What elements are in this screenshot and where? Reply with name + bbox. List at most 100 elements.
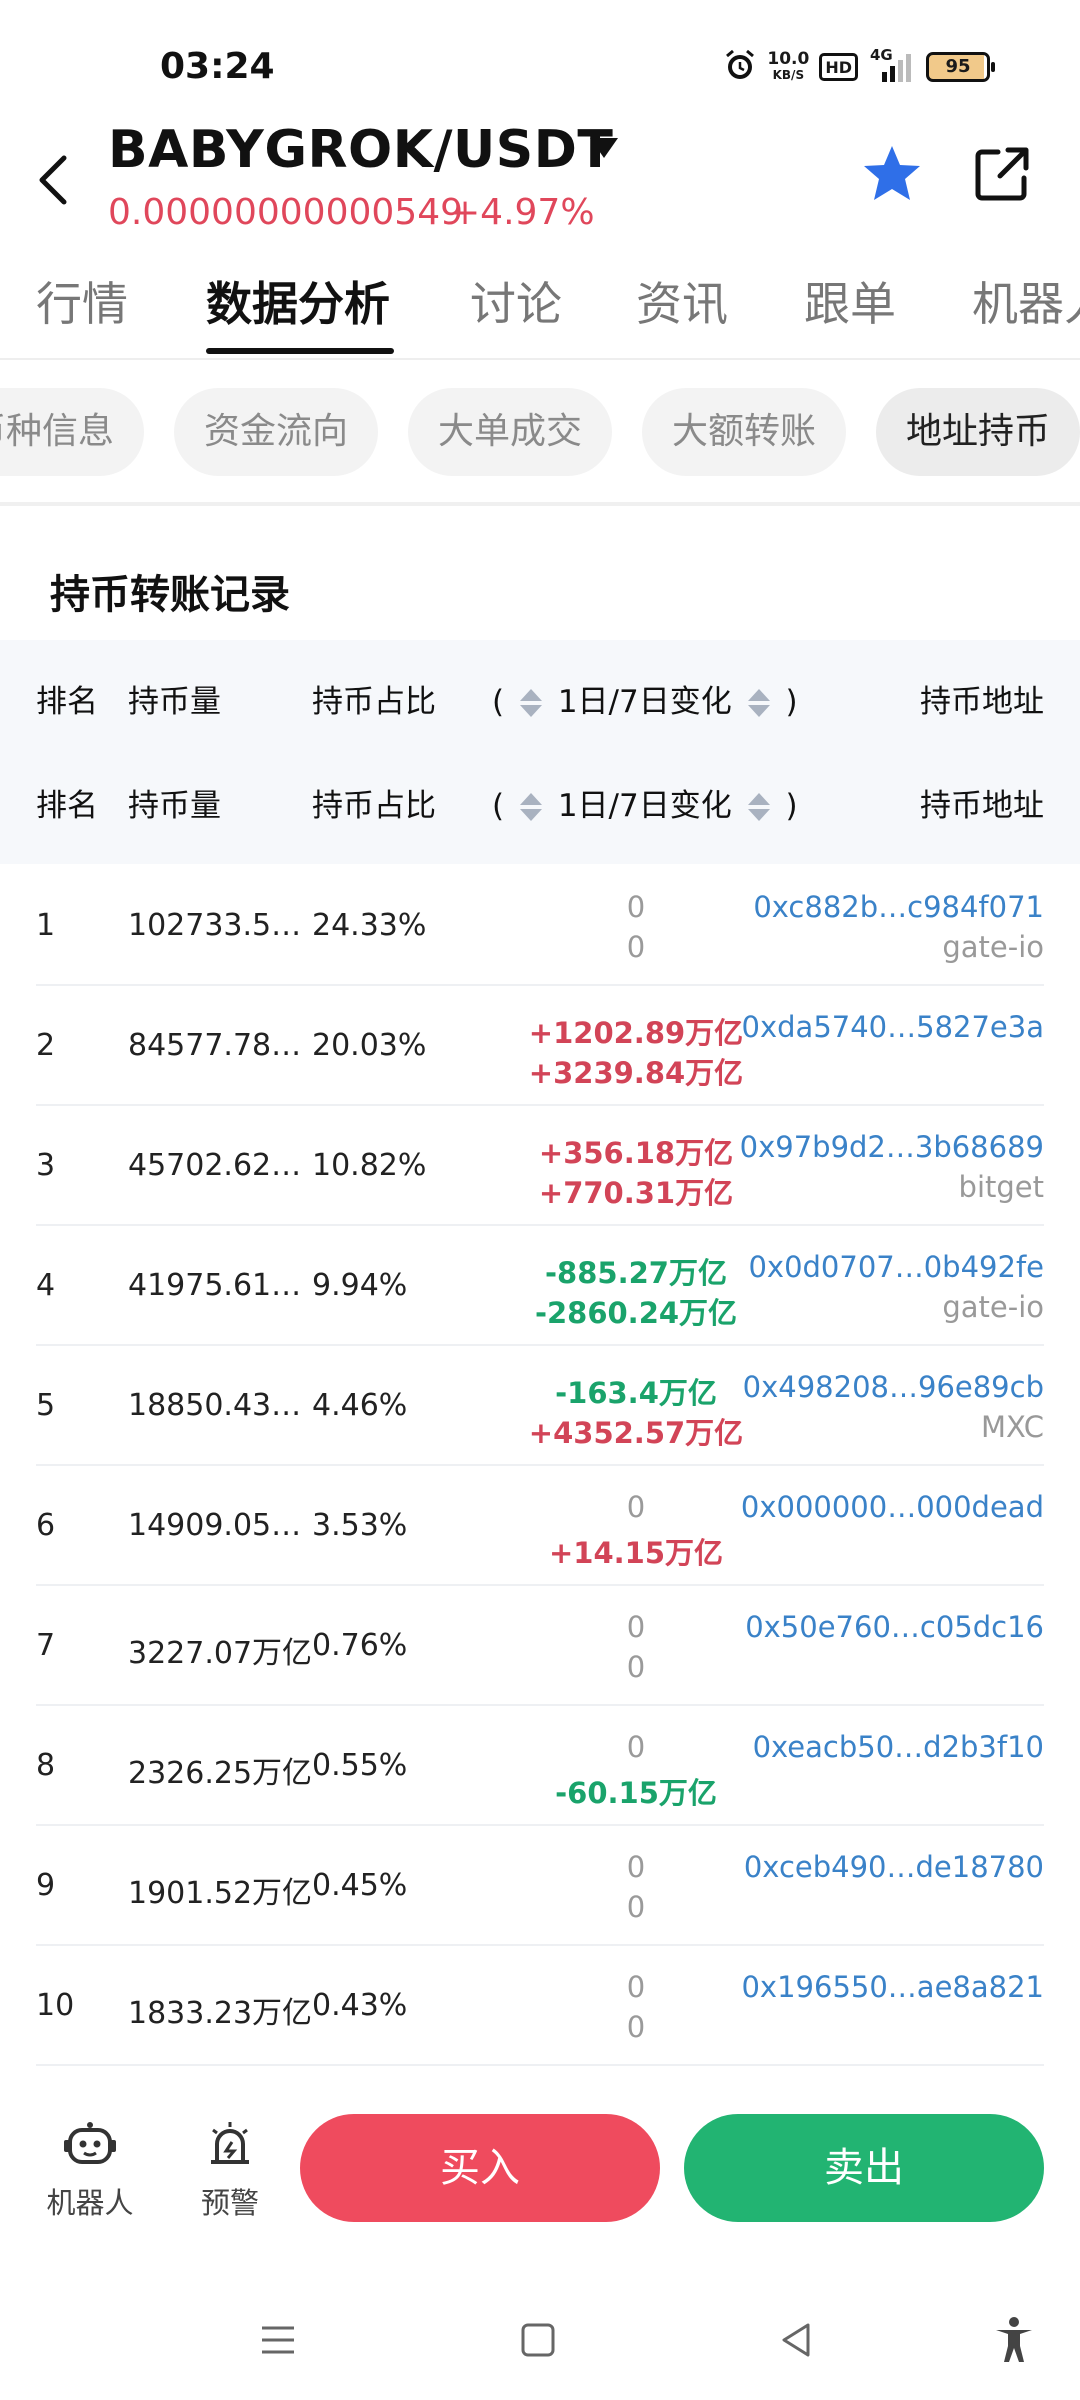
sort-icon[interactable] [519, 792, 542, 823]
row-share: 0.55% [312, 1748, 408, 1783]
row-address-label: bitget [958, 1170, 1044, 1204]
favorite-button[interactable] [860, 142, 924, 206]
table-row[interactable]: 8 2326.25万亿 0.55% 0 -60.15万亿 0xeacb50…d2… [36, 1706, 1044, 1826]
row-address[interactable]: 0x000000…000dead [741, 1490, 1044, 1524]
row-address-label: gate-io [942, 930, 1044, 964]
row-address[interactable]: 0x196550…ae8a821 [741, 1970, 1044, 2004]
row-rank: 5 [36, 1388, 56, 1423]
row-change-7d: 0 [626, 1650, 646, 1684]
tab-market[interactable]: 行情 [36, 268, 128, 334]
row-address[interactable]: 0xceb490…de18780 [744, 1850, 1044, 1884]
table-row[interactable]: 7 3227.07万亿 0.76% 0 0 0x50e760…c05dc16 [36, 1586, 1044, 1706]
tab-copy-trade[interactable]: 跟单 [804, 268, 896, 334]
chip-address-holdings[interactable]: 地址持币 [876, 388, 1080, 476]
row-rank: 1 [36, 908, 56, 943]
sort-icon[interactable] [519, 688, 542, 719]
menu-icon[interactable] [258, 2320, 298, 2360]
header-amount: 持币量 [128, 684, 221, 720]
row-rank: 3 [36, 1148, 56, 1183]
header-rank: 排名 [36, 684, 98, 720]
row-share: 3.53% [312, 1508, 408, 1543]
row-address[interactable]: 0xeacb50…d2b3f10 [753, 1730, 1044, 1764]
hd-badge: HD [819, 53, 858, 81]
row-address-label: MXC [980, 1410, 1044, 1444]
table-row[interactable]: 9 1901.52万亿 0.45% 0 0 0xceb490…de18780 [36, 1826, 1044, 1946]
row-address[interactable]: 0x97b9d2…3b68689 [740, 1130, 1044, 1164]
back-nav-icon[interactable] [776, 2320, 816, 2360]
row-share: 10.82% [312, 1148, 427, 1183]
row-rank: 2 [36, 1028, 56, 1063]
header-change-label: 1日/7日变化 [557, 788, 732, 824]
header-amount: 持币量 [128, 788, 221, 824]
table-row[interactable]: 4 41975.61… 9.94% -885.27万亿 -2860.24万亿 0… [36, 1226, 1044, 1346]
row-address[interactable]: 0x0d0707…0b492fe [748, 1250, 1044, 1284]
accessibility-icon[interactable] [992, 2316, 1036, 2364]
alarm-bell-icon [211, 2122, 249, 2164]
row-share: 0.76% [312, 1628, 408, 1663]
row-rank: 4 [36, 1268, 56, 1303]
row-address[interactable]: 0xc882b…c984f071 [753, 890, 1044, 924]
status-icons: 10.0 KB/S HD 4G 95 [723, 46, 995, 86]
row-change-7d: 0 [626, 1890, 646, 1924]
chip-large-trades[interactable]: 大单成交 [408, 388, 612, 476]
signal-icon: 4G [868, 46, 916, 84]
row-rank: 8 [36, 1748, 56, 1783]
tab-news[interactable]: 资讯 [636, 268, 728, 334]
row-amount: 3227.07万亿 [128, 1636, 313, 1671]
header-share: 持币占比 [312, 684, 436, 720]
row-share: 9.94% [312, 1268, 408, 1303]
header-address: 持币地址 [920, 788, 1044, 824]
table-row[interactable]: 2 84577.78… 20.03% +1202.89万亿 +3239.84万亿… [36, 986, 1044, 1106]
table-row[interactable]: 5 18850.43… 4.46% -163.4万亿 +4352.57万亿 0x… [36, 1346, 1044, 1466]
pair-dropdown-icon[interactable] [590, 138, 618, 158]
chip-fund-flow[interactable]: 资金流向 [174, 388, 378, 476]
row-change-7d: +4352.57万亿 [528, 1416, 744, 1450]
table-header: 排名 持币量 持币占比 ( 1日/7日变化 ) 持币地址 排名 持币量 持币占比… [0, 640, 1080, 864]
row-amount: 2326.25万亿 [128, 1756, 313, 1791]
row-change-7d: +770.31万亿 [538, 1176, 734, 1210]
sort-icon[interactable] [747, 792, 770, 823]
status-time: 03:24 [160, 46, 275, 87]
row-address[interactable]: 0x50e760…c05dc16 [745, 1610, 1044, 1644]
network-speed: 10.0 KB/S [767, 51, 809, 83]
row-address[interactable]: 0x498208…96e89cb [743, 1370, 1044, 1404]
header-change[interactable]: ( 1日/7日变化 ) [492, 676, 798, 721]
tab-discussion[interactable]: 讨论 [470, 268, 562, 334]
table-row[interactable]: 1 102733.5… 24.33% 0 0 0xc882b…c984f071 … [36, 866, 1044, 986]
row-rank: 6 [36, 1508, 56, 1543]
row-amount: 102733.5… [128, 908, 302, 943]
main-tabs: 行情 数据分析 讨论 资讯 跟单 机器人 [0, 250, 1080, 360]
chip-coin-info[interactable]: 币种信息 [0, 388, 144, 476]
row-change-7d: +3239.84万亿 [528, 1056, 744, 1090]
alert-button[interactable]: 预警 [180, 2120, 280, 2220]
table-row[interactable]: 10 1833.23万亿 0.43% 0 0 0x196550…ae8a821 [36, 1946, 1044, 2066]
table-row[interactable]: 6 14909.05… 3.53% 0 +14.15万亿 0x000000…00… [36, 1466, 1044, 1586]
share-button[interactable] [970, 142, 1034, 206]
header-share: 持币占比 [312, 788, 436, 824]
header-address: 持币地址 [920, 684, 1044, 720]
table-row[interactable]: 3 45702.62… 10.82% +356.18万亿 +770.31万亿 0… [36, 1106, 1044, 1226]
row-rank: 9 [36, 1868, 56, 1903]
home-icon[interactable] [518, 2320, 558, 2360]
sell-button[interactable]: 卖出 [684, 2114, 1044, 2222]
sort-icon[interactable] [747, 688, 770, 719]
row-amount: 84577.78… [128, 1028, 302, 1063]
back-arrow-icon [39, 155, 67, 205]
header-change[interactable]: ( 1日/7日变化 ) [492, 780, 798, 825]
row-share: 0.43% [312, 1988, 408, 2023]
back-button[interactable] [30, 150, 80, 210]
header-paren-close: ) [785, 684, 798, 720]
tab-data-analysis[interactable]: 数据分析 [206, 268, 390, 334]
header-row: 排名 持币量 持币占比 ( 1日/7日变化 ) 持币地址 [0, 640, 1080, 744]
row-change-7d: -2860.24万亿 [534, 1296, 738, 1330]
robot-button[interactable]: 机器人 [40, 2120, 140, 2220]
header-paren-open: ( [492, 788, 505, 824]
robot-icon [64, 2122, 116, 2164]
buy-button[interactable]: 买入 [300, 2114, 660, 2222]
row-address[interactable]: 0xda5740…5827e3a [742, 1010, 1044, 1044]
tab-robot[interactable]: 机器人 [972, 268, 1080, 334]
status-bar: 03:24 10.0 KB/S HD 4G 95 [0, 0, 1080, 130]
chip-large-transfers[interactable]: 大额转账 [642, 388, 846, 476]
pair-title[interactable]: BABYGROK/USDT [108, 120, 613, 180]
section-title: 持币转账记录 [50, 572, 290, 618]
